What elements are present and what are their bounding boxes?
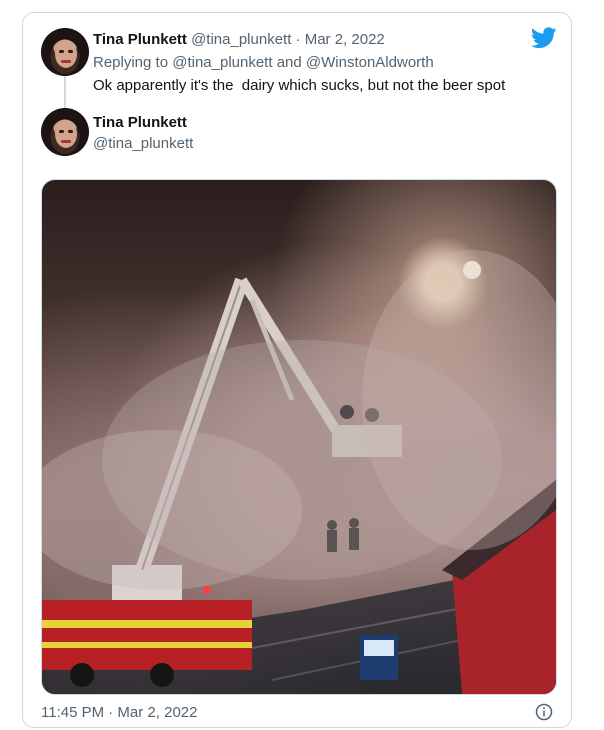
quoted-handle[interactable]: @tina_plunkett (93, 135, 193, 152)
handle[interactable]: @tina_plunkett (191, 31, 291, 48)
thread-connector (64, 76, 66, 110)
tweet-header: Tina Plunkett @tina_plunkett · Mar 2, 20… (93, 31, 385, 48)
replying-to: Replying to @tina_plunkett and @WinstonA… (93, 54, 434, 71)
tweet-embed-card: Tina Plunkett @tina_plunkett · Mar 2, 20… (22, 12, 572, 728)
twitter-bird-icon[interactable] (531, 27, 557, 49)
mention-link-2[interactable]: @WinstonAldworth (306, 54, 434, 71)
separator: · (295, 31, 301, 48)
quoted-avatar[interactable] (41, 108, 89, 156)
tweet-text: Ok apparently it's the dairy which sucks… (93, 77, 506, 94)
tweet-photo[interactable] (41, 179, 557, 695)
display-name[interactable]: Tina Plunkett (93, 31, 187, 48)
tweet-date[interactable]: Mar 2, 2022 (305, 31, 385, 48)
info-icon[interactable] (535, 703, 553, 721)
quoted-display-name[interactable]: Tina Plunkett (93, 114, 187, 131)
fire-scene-image (42, 250, 556, 694)
mention-link-1[interactable]: @tina_plunkett (172, 54, 272, 71)
avatar[interactable] (41, 28, 89, 76)
tweet-timestamp[interactable]: 11:45 PM · Mar 2, 2022 (41, 704, 197, 721)
replying-prefix: Replying to (93, 54, 169, 71)
replying-and: and (276, 54, 302, 71)
